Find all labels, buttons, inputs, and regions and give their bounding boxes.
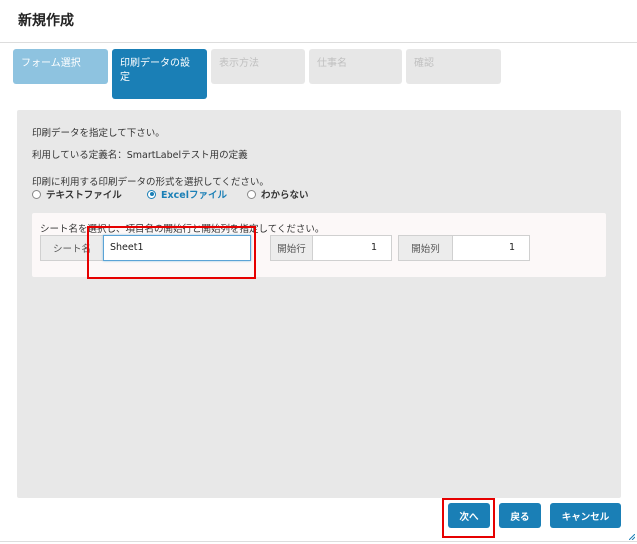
footer-divider — [0, 541, 637, 542]
sheet-settings-box: シート名を選択し、項目名の開始行と開始列を指定してください。 シート名 Shee… — [32, 213, 606, 277]
sheet-name-label: シート名 — [40, 235, 104, 261]
resize-grip-icon[interactable] — [629, 534, 635, 540]
settings-panel: 印刷データを指定して下さい。 利用している定義名：SmartLabelテスト用の… — [17, 110, 621, 498]
format-prompt: 印刷に利用する印刷データの形式を選択してください。 — [32, 177, 269, 188]
sheet-name-input[interactable]: Sheet1 — [103, 235, 251, 261]
radio-circle[interactable] — [247, 189, 256, 199]
start-col-label: 開始列 — [398, 235, 453, 261]
next-button[interactable]: 次へ — [448, 503, 490, 528]
cancel-button[interactable]: キャンセル — [550, 503, 621, 528]
radio-circle[interactable] — [32, 189, 41, 199]
title-divider — [0, 42, 637, 43]
step-form-select[interactable]: フォーム選択 — [13, 49, 108, 84]
radio-excel-file[interactable]: Excelファイル — [147, 187, 227, 201]
sheet-prompt: シート名を選択し、項目名の開始行と開始列を指定してください。 — [40, 224, 325, 235]
step-job-name: 仕事名 — [309, 49, 402, 84]
new-job-dialog: 新規作成 フォーム選択 印刷データの設定 表示方法 仕事名 確認 印刷データを指… — [0, 0, 637, 544]
start-row-label: 開始行 — [270, 235, 313, 261]
radio-label: テキストファイル — [46, 190, 122, 201]
dialog-title: 新規作成 — [18, 13, 74, 29]
radio-label: わからない — [261, 190, 309, 201]
radio-circle[interactable] — [147, 189, 156, 199]
step-display-method: 表示方法 — [211, 49, 305, 84]
start-row-input[interactable]: 1 — [312, 235, 392, 261]
instruction-text: 印刷データを指定して下さい。 — [32, 128, 165, 139]
step-print-data[interactable]: 印刷データの設定 — [112, 49, 207, 99]
radio-text-file[interactable]: テキストファイル — [32, 187, 122, 201]
back-button[interactable]: 戻る — [499, 503, 541, 528]
definition-text: 利用している定義名：SmartLabelテスト用の定義 — [32, 150, 248, 161]
start-col-input[interactable]: 1 — [452, 235, 530, 261]
step-confirm: 確認 — [406, 49, 501, 84]
radio-label: Excelファイル — [161, 190, 227, 201]
radio-unknown[interactable]: わからない — [247, 187, 309, 201]
